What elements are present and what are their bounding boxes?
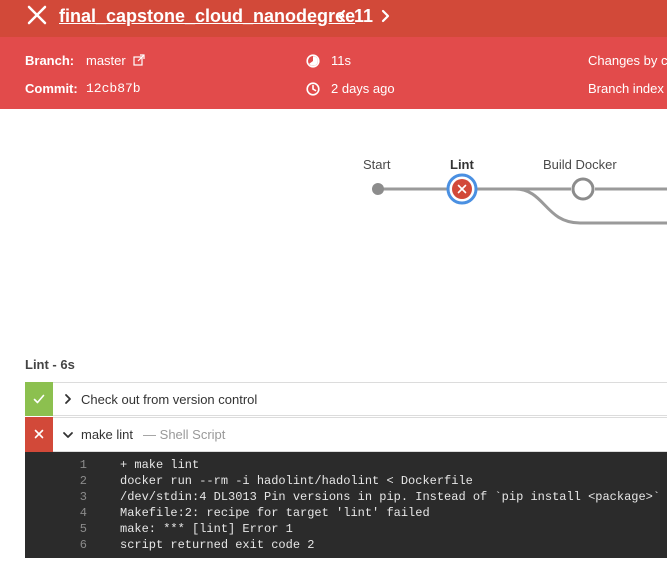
branch-value[interactable]: master <box>86 53 145 68</box>
commit-label: Commit: <box>25 81 78 96</box>
run-duration: 11s <box>331 53 351 68</box>
external-link-icon[interactable] <box>133 54 145 66</box>
step-row-checkout[interactable]: Check out from version control <box>25 381 667 416</box>
step-name: make lint <box>81 427 134 442</box>
line-number[interactable]: 3 <box>25 489 87 505</box>
step-type: — Shell Script <box>143 427 226 442</box>
run-number: 11 <box>354 5 374 26</box>
log-line: 5 make: *** [lint] Error 1 <box>25 521 667 537</box>
line-number[interactable]: 2 <box>25 473 87 489</box>
check-icon <box>33 394 45 403</box>
clock-icon <box>306 82 320 96</box>
chevron-left-icon[interactable] <box>336 8 348 24</box>
line-text: script returned exit code 2 <box>120 538 315 552</box>
stage-node-lint[interactable] <box>446 173 478 205</box>
run-info-bar: Branch: master Commit: 12cb87b 11s 2 day… <box>0 37 667 109</box>
run-time-ago: 2 days ago <box>331 81 395 96</box>
step-row-make-lint[interactable]: make lint — Shell Script <box>25 416 667 452</box>
console-output[interactable]: 1 + make lint 2 docker run --rm -i hadol… <box>25 452 667 558</box>
pipeline-graph: Start Lint Build Docker <box>0 110 667 310</box>
pipeline-graph-svg <box>372 173 667 225</box>
commit-hash: 12cb87b <box>86 81 141 96</box>
log-line: 6 script returned exit code 2 <box>25 537 667 553</box>
branch-label: Branch: <box>25 53 75 68</box>
log-line: 2 docker run --rm -i hadolint/hadolint <… <box>25 473 667 489</box>
line-text: /dev/stdin:4 DL3013 Pin versions in pip.… <box>120 490 661 504</box>
close-icon <box>34 429 44 439</box>
stage-node-start <box>372 183 384 195</box>
log-line: 1 + make lint <box>25 457 667 473</box>
line-number[interactable]: 6 <box>25 537 87 553</box>
close-icon[interactable] <box>26 4 48 26</box>
step-status-success <box>25 381 53 416</box>
line-text: Makefile:2: recipe for target 'lint' fai… <box>120 506 430 520</box>
stage-node-build-docker[interactable] <box>571 177 595 201</box>
line-text: docker run --rm -i hadolint/hadolint < D… <box>120 474 473 488</box>
chevron-right-icon[interactable] <box>61 392 75 406</box>
line-number[interactable]: 1 <box>25 457 87 473</box>
line-number[interactable]: 4 <box>25 505 87 521</box>
duration-icon <box>306 54 320 68</box>
line-text: make: *** [lint] Error 1 <box>120 522 293 536</box>
log-line: 4 Makefile:2: recipe for target 'lint' f… <box>25 505 667 521</box>
run-navigator: 11 <box>336 5 391 27</box>
line-text: + make lint <box>120 458 200 472</box>
step-name: Check out from version control <box>81 391 258 407</box>
branch-index-link[interactable]: Branch index <box>588 81 664 96</box>
top-bar: final_capstone_cloud_nanodegree 11 <box>0 0 667 37</box>
log-line: 3 /dev/stdin:4 DL3013 Pin versions in pi… <box>25 489 667 505</box>
stage-log-title: Lint - 6s <box>25 357 75 372</box>
pipeline-title-link[interactable]: final_capstone_cloud_nanodegree <box>59 6 355 27</box>
branch-name[interactable]: master <box>86 53 126 68</box>
chevron-right-icon[interactable] <box>379 8 391 24</box>
step-status-failed <box>25 416 53 452</box>
chevron-down-icon[interactable] <box>61 428 75 442</box>
changes-by-text[interactable]: Changes by c <box>588 53 667 68</box>
line-number[interactable]: 5 <box>25 521 87 537</box>
